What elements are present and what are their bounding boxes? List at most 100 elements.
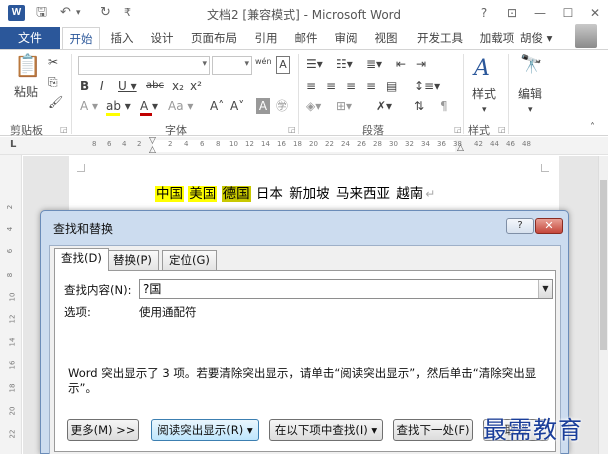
- align-left-icon[interactable]: ≡: [306, 78, 316, 94]
- superscript-icon[interactable]: x²: [190, 78, 202, 94]
- format-painter-icon[interactable]: 🖌: [48, 94, 63, 110]
- tab-home[interactable]: 开始: [62, 27, 100, 50]
- styles-icon[interactable]: A: [474, 56, 490, 81]
- grow-font-icon[interactable]: A˄: [210, 98, 224, 114]
- styles-button-label[interactable]: 样式: [472, 86, 496, 102]
- paragraph-launcher-icon[interactable]: ◲: [454, 125, 462, 134]
- styles-launcher-icon[interactable]: ◲: [498, 125, 506, 134]
- distributed-icon[interactable]: ▤: [386, 78, 397, 94]
- close-window-icon[interactable]: ✕: [586, 4, 604, 22]
- justify-icon[interactable]: ≡: [366, 78, 376, 94]
- increase-indent-icon[interactable]: ⇥: [416, 56, 426, 72]
- ruler-number: 12: [245, 140, 254, 148]
- change-case-icon[interactable]: Aa ▾: [168, 98, 193, 114]
- document-text-line[interactable]: 中国 美国 德国 日本 新加坡 马来西亚 越南 ↵: [155, 182, 436, 202]
- find-in-button[interactable]: 在以下项中查找(I) ▾: [269, 419, 383, 441]
- right-indent-marker-icon[interactable]: △: [457, 143, 464, 153]
- find-next-button[interactable]: 查找下一处(F): [393, 419, 473, 441]
- doc-word[interactable]: 日本: [255, 186, 284, 202]
- font-color-icon[interactable]: A ▾: [140, 98, 158, 114]
- user-account[interactable]: 胡俊 ▾: [520, 27, 552, 49]
- doc-word[interactable]: 马来西亚: [335, 186, 391, 202]
- tab-replace[interactable]: 替换(P): [106, 250, 159, 270]
- binoculars-icon[interactable]: 🔭: [520, 54, 542, 75]
- strikethrough-icon[interactable]: abc: [146, 78, 164, 94]
- chinese-layout-icon[interactable]: ✗▾: [376, 98, 392, 114]
- tab-references[interactable]: 引用: [248, 27, 284, 49]
- decrease-indent-icon[interactable]: ⇤: [396, 56, 406, 72]
- underline-icon[interactable]: U ▾: [118, 78, 137, 94]
- borders-icon[interactable]: ⊞▾: [336, 98, 352, 114]
- align-center-icon[interactable]: ≡: [326, 78, 336, 94]
- shrink-font-icon[interactable]: A˅: [230, 98, 244, 114]
- more-button[interactable]: 更多(M) >>: [67, 419, 139, 441]
- phonetic-guide-icon[interactable]: wén: [255, 54, 272, 70]
- dialog-help-button[interactable]: ?: [506, 218, 534, 234]
- clipboard-launcher-icon[interactable]: ◲: [60, 125, 68, 134]
- align-right-icon[interactable]: ≡: [346, 78, 356, 94]
- tab-developer[interactable]: 开发工具: [410, 27, 470, 49]
- find-what-input[interactable]: ?国: [139, 279, 553, 299]
- tab-mailings[interactable]: 邮件: [288, 27, 324, 49]
- tab-design[interactable]: 设计: [144, 27, 180, 49]
- group-divider: [508, 54, 509, 134]
- doc-word[interactable]: 越南: [395, 186, 424, 202]
- paste-icon[interactable]: 📋: [14, 54, 41, 79]
- multilevel-list-icon[interactable]: ≣▾: [366, 56, 382, 72]
- avatar[interactable]: [575, 24, 597, 48]
- cut-icon[interactable]: ✂: [48, 54, 58, 70]
- tab-page-layout[interactable]: 页面布局: [184, 27, 244, 49]
- editing-dropdown-icon[interactable]: ▾: [528, 102, 533, 118]
- bold-icon[interactable]: B: [80, 78, 89, 94]
- doc-word[interactable]: 美国: [188, 186, 218, 202]
- font-size-combo[interactable]: [212, 56, 252, 75]
- styles-dropdown-icon[interactable]: ▾: [482, 102, 487, 118]
- vertical-scrollbar[interactable]: [598, 156, 608, 454]
- scrollbar-thumb[interactable]: [600, 180, 607, 350]
- highlight-icon[interactable]: ab ▾: [106, 98, 131, 114]
- subscript-icon[interactable]: x₂: [172, 78, 184, 94]
- bullets-icon[interactable]: ☰▾: [306, 56, 323, 72]
- ribbon-display-icon[interactable]: ⊡: [503, 4, 521, 22]
- crop-mark: [541, 164, 549, 172]
- tab-review[interactable]: 审阅: [328, 27, 364, 49]
- line-spacing-icon[interactable]: ↕≡▾: [414, 78, 440, 94]
- minimize-icon[interactable]: —: [531, 4, 549, 22]
- paragraph-mark-icon: ↵: [425, 187, 436, 201]
- italic-icon[interactable]: I: [100, 78, 104, 94]
- char-shading-icon[interactable]: A: [256, 98, 270, 114]
- left-indent-marker-icon[interactable]: △: [149, 145, 156, 155]
- reading-highlight-button[interactable]: 阅读突出显示(R) ▾: [151, 419, 259, 441]
- tab-selector[interactable]: L: [10, 139, 16, 150]
- sort-icon[interactable]: ⇅: [414, 98, 424, 114]
- ruler-number: 6: [200, 140, 205, 148]
- doc-word[interactable]: 新加坡: [288, 186, 331, 202]
- editing-button-label[interactable]: 编辑: [518, 86, 542, 102]
- maximize-icon[interactable]: ☐: [559, 4, 577, 22]
- tab-view[interactable]: 视图: [368, 27, 404, 49]
- font-launcher-icon[interactable]: ◲: [288, 125, 296, 134]
- tab-goto[interactable]: 定位(G): [162, 250, 217, 270]
- tab-file[interactable]: 文件: [0, 27, 60, 49]
- paste-button-label[interactable]: 粘贴: [14, 84, 38, 100]
- dialog-close-button[interactable]: ✕: [535, 218, 563, 234]
- find-history-dropdown-icon[interactable]: ▼: [538, 280, 552, 298]
- copy-icon[interactable]: ⎘: [48, 74, 58, 90]
- char-border-icon[interactable]: A: [276, 56, 290, 74]
- ruler-number: 8: [92, 140, 97, 148]
- font-name-combo[interactable]: [78, 56, 210, 75]
- doc-word-selected[interactable]: 德国: [221, 186, 251, 202]
- horizontal-ruler[interactable]: L 8 6 4 2 2 4 6 8 10 12 14 16 18 20 22 2…: [0, 136, 608, 155]
- tab-addins[interactable]: 加载项: [474, 27, 520, 49]
- shading-icon[interactable]: ◈▾: [306, 98, 321, 114]
- text-effects-icon[interactable]: A ▾: [80, 98, 98, 114]
- collapse-ribbon-icon[interactable]: ˄: [590, 120, 595, 136]
- numbering-icon[interactable]: ☷▾: [336, 56, 353, 72]
- show-marks-icon[interactable]: ¶: [440, 98, 448, 114]
- tab-find[interactable]: 查找(D): [54, 248, 109, 271]
- help-icon[interactable]: ?: [475, 4, 493, 22]
- vertical-ruler[interactable]: 2 4 6 8 10 12 14 16 18 20 22: [0, 155, 22, 454]
- enclose-char-icon[interactable]: ㊫: [276, 98, 288, 114]
- tab-insert[interactable]: 插入: [104, 27, 140, 49]
- doc-word[interactable]: 中国: [155, 186, 184, 202]
